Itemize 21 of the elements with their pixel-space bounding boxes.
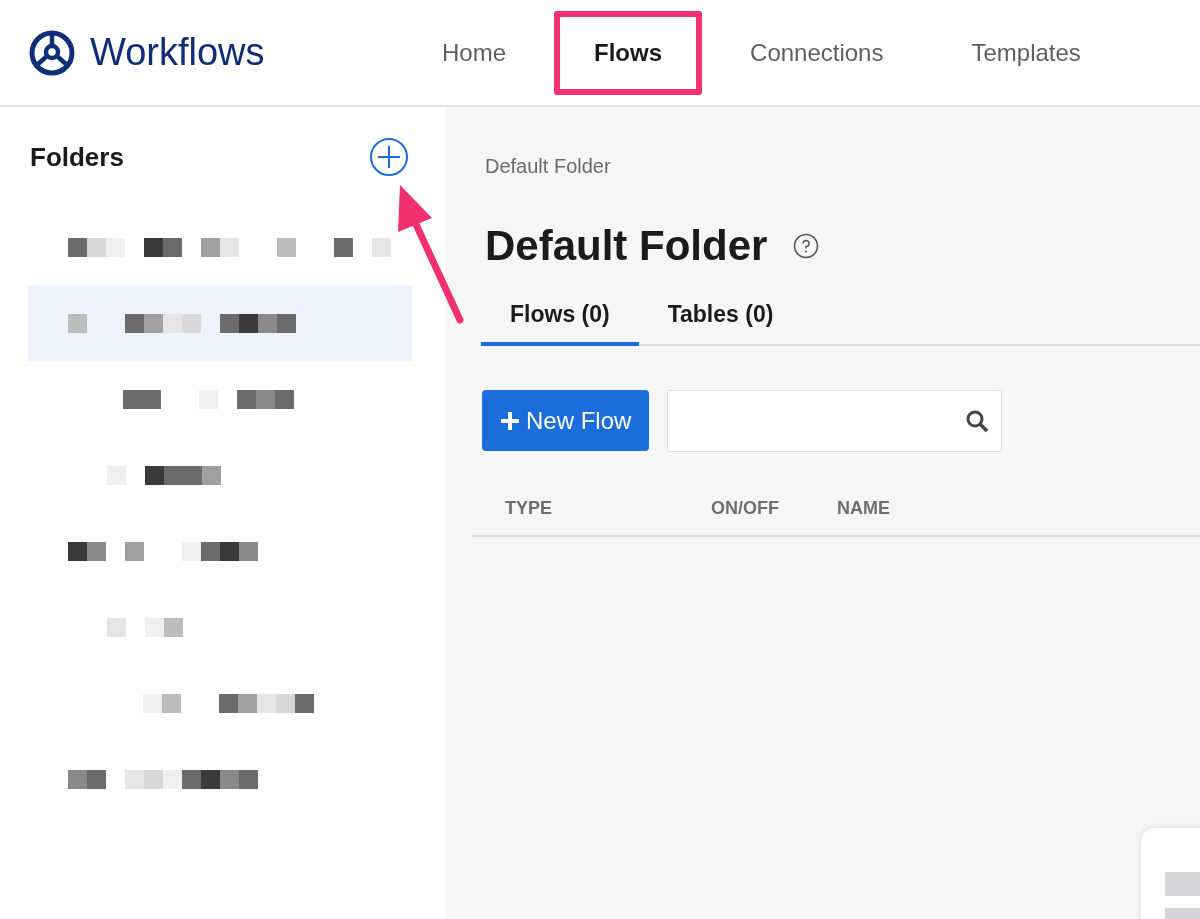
help-icon[interactable] — [793, 233, 820, 259]
nav-link[interactable]: Connections — [710, 10, 924, 95]
breadcrumb[interactable]: Default Folder — [485, 155, 611, 177]
add-icon[interactable] — [369, 137, 409, 177]
sidebar-title: Folders — [30, 140, 124, 174]
search-field[interactable] — [667, 389, 1003, 452]
folder-item[interactable] — [28, 285, 412, 361]
tab[interactable]: Flows (0) — [481, 297, 639, 346]
new-flow-button[interactable]: New Flow — [482, 390, 650, 451]
nav-link[interactable]: Home — [402, 10, 547, 95]
app-name: Workflows — [90, 30, 265, 75]
plus-icon — [500, 410, 520, 431]
column-header: NAME — [836, 496, 891, 520]
logo-icon — [28, 28, 76, 77]
tab[interactable]: Tables (0) — [638, 297, 803, 346]
column-header: TYPE — [504, 496, 553, 520]
nav-link[interactable]: Templates — [931, 10, 1121, 95]
search-icon — [965, 408, 990, 433]
nav-link[interactable]: Flows — [554, 10, 703, 95]
column-header: ON/OFF — [710, 496, 780, 520]
page-title: Default Folder — [485, 225, 768, 267]
